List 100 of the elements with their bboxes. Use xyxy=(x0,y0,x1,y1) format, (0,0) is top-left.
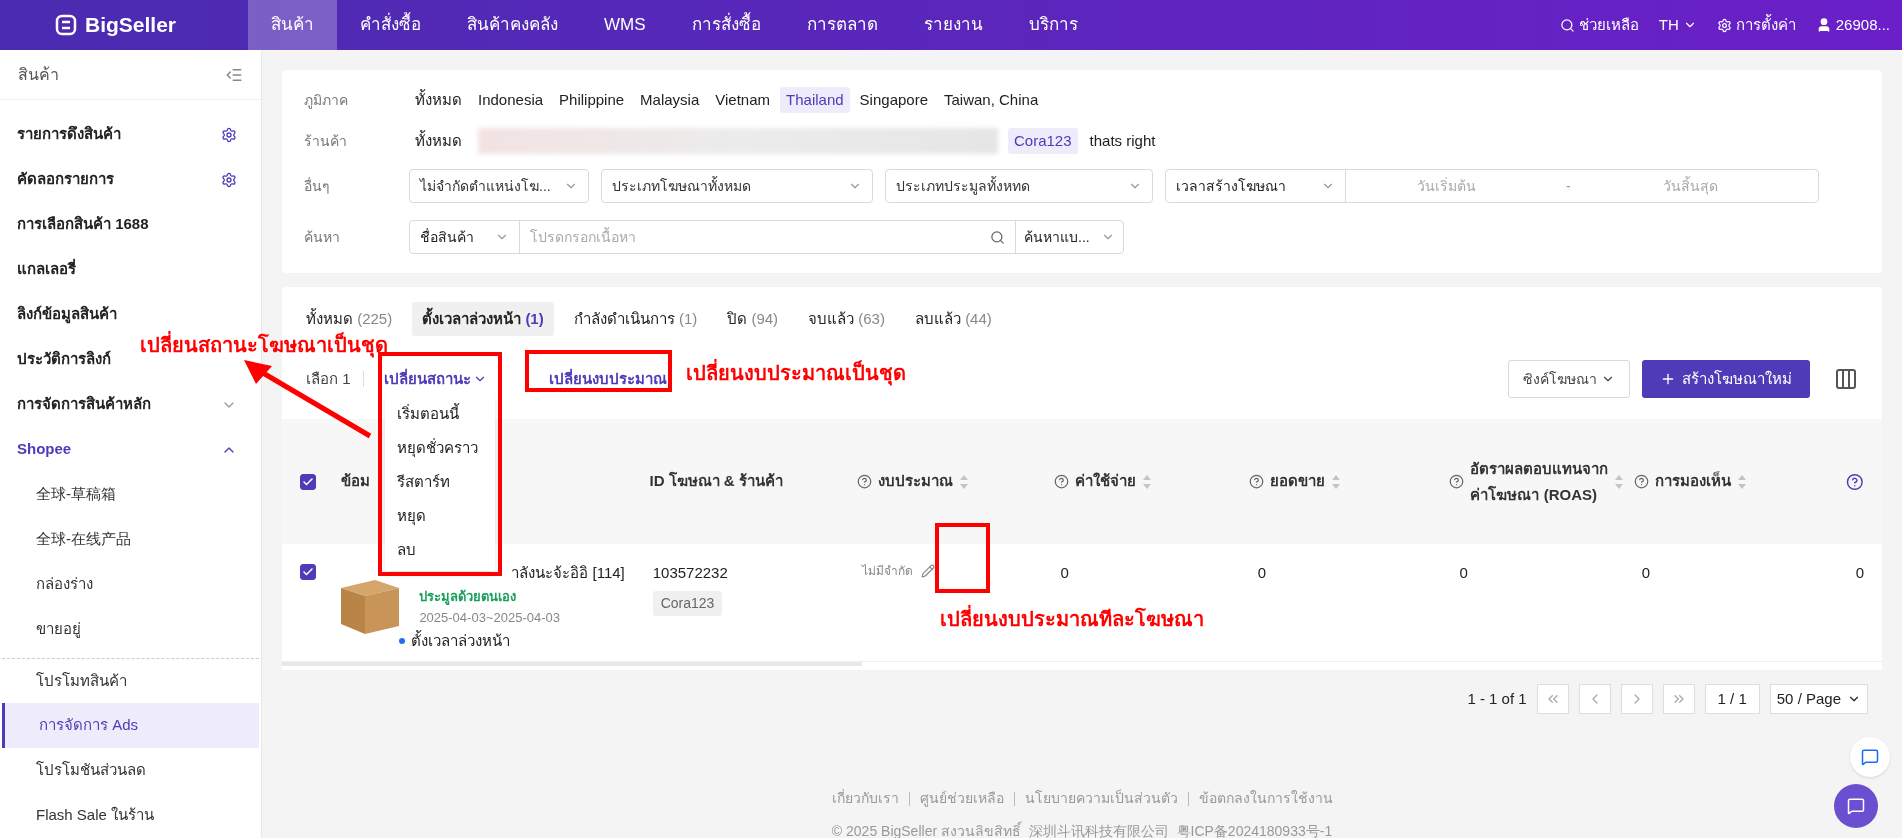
store-option[interactable]: thats right xyxy=(1083,128,1162,154)
sidebar-subitem[interactable]: การจัดการ Ads xyxy=(2,703,259,748)
region-option[interactable]: Taiwan, China xyxy=(938,87,1045,113)
help-link[interactable]: ช่วยเหลือ xyxy=(1559,13,1639,37)
menu-item[interactable]: หยุดชั่วคราว xyxy=(385,431,495,465)
floating-chat-button[interactable] xyxy=(1834,784,1878,828)
nav-tab[interactable]: สินค้าคงคลัง xyxy=(444,0,581,50)
column-title: อัตราผลตอบแทนจากค่าโฆษณา (ROAS) xyxy=(1470,458,1609,505)
ad-id: 103572232 xyxy=(652,563,728,583)
help-icon[interactable] xyxy=(1846,472,1864,491)
menu-item[interactable]: ลบ xyxy=(385,533,495,567)
budget-value: ไม่มีจำกัด xyxy=(861,563,913,580)
sidebar-item[interactable]: แกลเลอรี่ xyxy=(17,258,76,281)
change-status-button[interactable]: เปลี่ยนสถานะ xyxy=(383,367,487,391)
filter-select[interactable]: ประเภทประมูลทั้งหทด xyxy=(885,169,1153,203)
status-tab[interactable]: ลบแล้ว (44) xyxy=(904,302,1002,336)
region-option[interactable]: Malaysia xyxy=(634,87,706,113)
date-type-select[interactable]: เวลาสร้างโฆษณา xyxy=(1176,175,1286,197)
region-option[interactable]: Indonesia xyxy=(472,87,550,113)
search-field-select[interactable]: ชื่อสินค้า xyxy=(410,221,520,253)
status-tab[interactable]: ตั้งเวลาล่วงหน้า (1) xyxy=(412,302,554,336)
nav-tab[interactable]: คำสั่งซื้อ xyxy=(337,0,444,50)
settings-icon[interactable] xyxy=(221,171,237,188)
annotation-frame xyxy=(935,523,990,593)
help-icon[interactable] xyxy=(1053,474,1069,489)
plus-icon xyxy=(1660,371,1676,387)
status-tab[interactable]: ปิด (94) xyxy=(717,302,789,336)
settings-icon[interactable] xyxy=(221,126,237,143)
column-title: ID โฆษณา & ร้านค้า xyxy=(649,471,783,492)
sidebar-subitem[interactable]: โปรโมชันส่วนลด xyxy=(2,748,259,793)
check-icon xyxy=(302,475,314,488)
sidebar-item[interactable]: การเลือกสินค้า 1688 xyxy=(17,213,149,236)
nav-tab[interactable]: การตลาด xyxy=(783,0,901,50)
nav-tab[interactable]: การสั่งซื้อ xyxy=(668,0,784,50)
nav-tab[interactable]: WMS xyxy=(581,0,669,50)
sidebar-item[interactable]: รายการดึงสินค้า xyxy=(17,123,121,146)
sidebar-title: สินค้า xyxy=(18,64,59,85)
annotation-text: เปลี่ยนงบประมาณเป็นชุด xyxy=(686,358,906,388)
region-option[interactable]: Philippine xyxy=(553,87,631,113)
sidebar-subitem[interactable]: ขายอยู่ xyxy=(2,607,259,652)
region-option[interactable]: Singapore xyxy=(853,87,934,113)
help-icon[interactable] xyxy=(1249,474,1265,489)
store-tag: Cora123 xyxy=(652,590,723,616)
sidebar-item[interactable]: ลิงก์ข้อมูลสินค้า xyxy=(17,303,117,326)
filter-label: ค้นหา xyxy=(304,227,341,247)
chat-icon xyxy=(1861,748,1879,766)
logo-icon xyxy=(55,14,77,36)
sidebar-subitem[interactable]: Flash Sale ในร้าน xyxy=(2,793,259,838)
search-field[interactable]: โปรดกรอกเนื้อหา xyxy=(520,226,980,248)
column-title: ค่าใช้จ่าย xyxy=(1074,471,1136,492)
help-icon[interactable] xyxy=(856,474,872,489)
search-mode-select[interactable]: ค้นหาแบ... xyxy=(1015,221,1123,253)
column-title: การมองเห็น xyxy=(1655,470,1732,492)
help-icon[interactable] xyxy=(1634,474,1650,489)
edit-icon[interactable] xyxy=(920,564,935,578)
user-account[interactable]: 26908... xyxy=(1815,13,1890,37)
ad-dates: 2025-04-03~2025-04-03 xyxy=(419,609,561,627)
date-separator: - xyxy=(1565,176,1572,196)
checkbox[interactable] xyxy=(300,473,316,490)
change-budget-button[interactable]: เปลี่ยนงบประมาณ xyxy=(548,367,667,391)
search-icon[interactable] xyxy=(990,229,1005,245)
sidebar-subitem[interactable]: 全球-在线产品 xyxy=(2,517,259,562)
nav-tab[interactable]: สินค้า xyxy=(248,0,337,50)
start-date-field[interactable]: วันเริ่มต้น xyxy=(1346,175,1546,197)
page-field[interactable]: 1 / 1 xyxy=(1704,684,1760,714)
pagination-summary: 1 - 1 of 1 xyxy=(1467,688,1527,709)
create-ad-button[interactable]: สร้างโฆษณาใหม่ xyxy=(1642,360,1810,398)
menu-item[interactable]: หยุด xyxy=(385,499,495,533)
filter-label: ร้านค้า xyxy=(304,131,348,151)
filter-select[interactable]: ประเภทโฆษณาทั้งหมด xyxy=(601,169,873,203)
filter-select[interactable]: ไม่จำกัดตำแหน่งโฆ... xyxy=(409,169,589,203)
sidebar-item[interactable]: ประวัติการลิงก์ xyxy=(17,348,111,371)
date-range-field[interactable]: เวลาสร้างโฆษณา วันเริ่มต้น - วันสิ้นสุด xyxy=(1165,169,1819,203)
sidebar-item[interactable]: การจัดการสินค้าหลัก xyxy=(17,393,151,416)
help-icon[interactable] xyxy=(1449,474,1465,489)
search-bar[interactable]: ชื่อสินค้า โปรดกรอกเนื้อหา ค้นหาแบ... xyxy=(409,220,1124,254)
end-date-field[interactable]: วันสิ้นสุด xyxy=(1590,175,1791,197)
store-option[interactable]: ทั้งหมด xyxy=(409,129,468,153)
nav-tab[interactable]: รายงาน xyxy=(900,0,1006,50)
sync-ads-button[interactable]: ซิงค์โฆษณา xyxy=(1508,360,1630,398)
menu-item[interactable]: รีสตาร์ท xyxy=(385,465,495,499)
store-option[interactable]: Cora123 xyxy=(1008,128,1078,154)
settings-link[interactable]: การตั้งค่า xyxy=(1716,13,1796,37)
columns-icon[interactable] xyxy=(1834,367,1858,391)
status-tab[interactable]: จบแล้ว (63) xyxy=(798,302,895,336)
sidebar-item[interactable]: คัดลอกรายการ xyxy=(17,168,114,191)
floating-help-button[interactable] xyxy=(1850,737,1890,777)
page-size-select[interactable]: 50 / Page xyxy=(1769,684,1868,714)
region-option[interactable]: ทั้งหมด xyxy=(409,87,468,113)
language-selector[interactable]: TH xyxy=(1658,13,1697,37)
sidebar-item[interactable]: Shopee xyxy=(17,438,72,461)
region-option[interactable]: Vietnam xyxy=(709,87,777,113)
sidebar-subitem[interactable]: 全球-草稿箱 xyxy=(2,472,259,517)
menu-item[interactable]: เริ่มตอนนี้ xyxy=(385,397,495,431)
region-option[interactable]: Thailand xyxy=(780,87,850,113)
checkbox[interactable] xyxy=(300,564,316,580)
settings-icon xyxy=(1716,17,1732,33)
nav-tab[interactable]: บริการ xyxy=(1005,0,1101,50)
sidebar-subitem[interactable]: กล่องร่าง xyxy=(2,562,259,607)
status-tab[interactable]: กำลังดำเนินการ (1) xyxy=(563,302,708,336)
